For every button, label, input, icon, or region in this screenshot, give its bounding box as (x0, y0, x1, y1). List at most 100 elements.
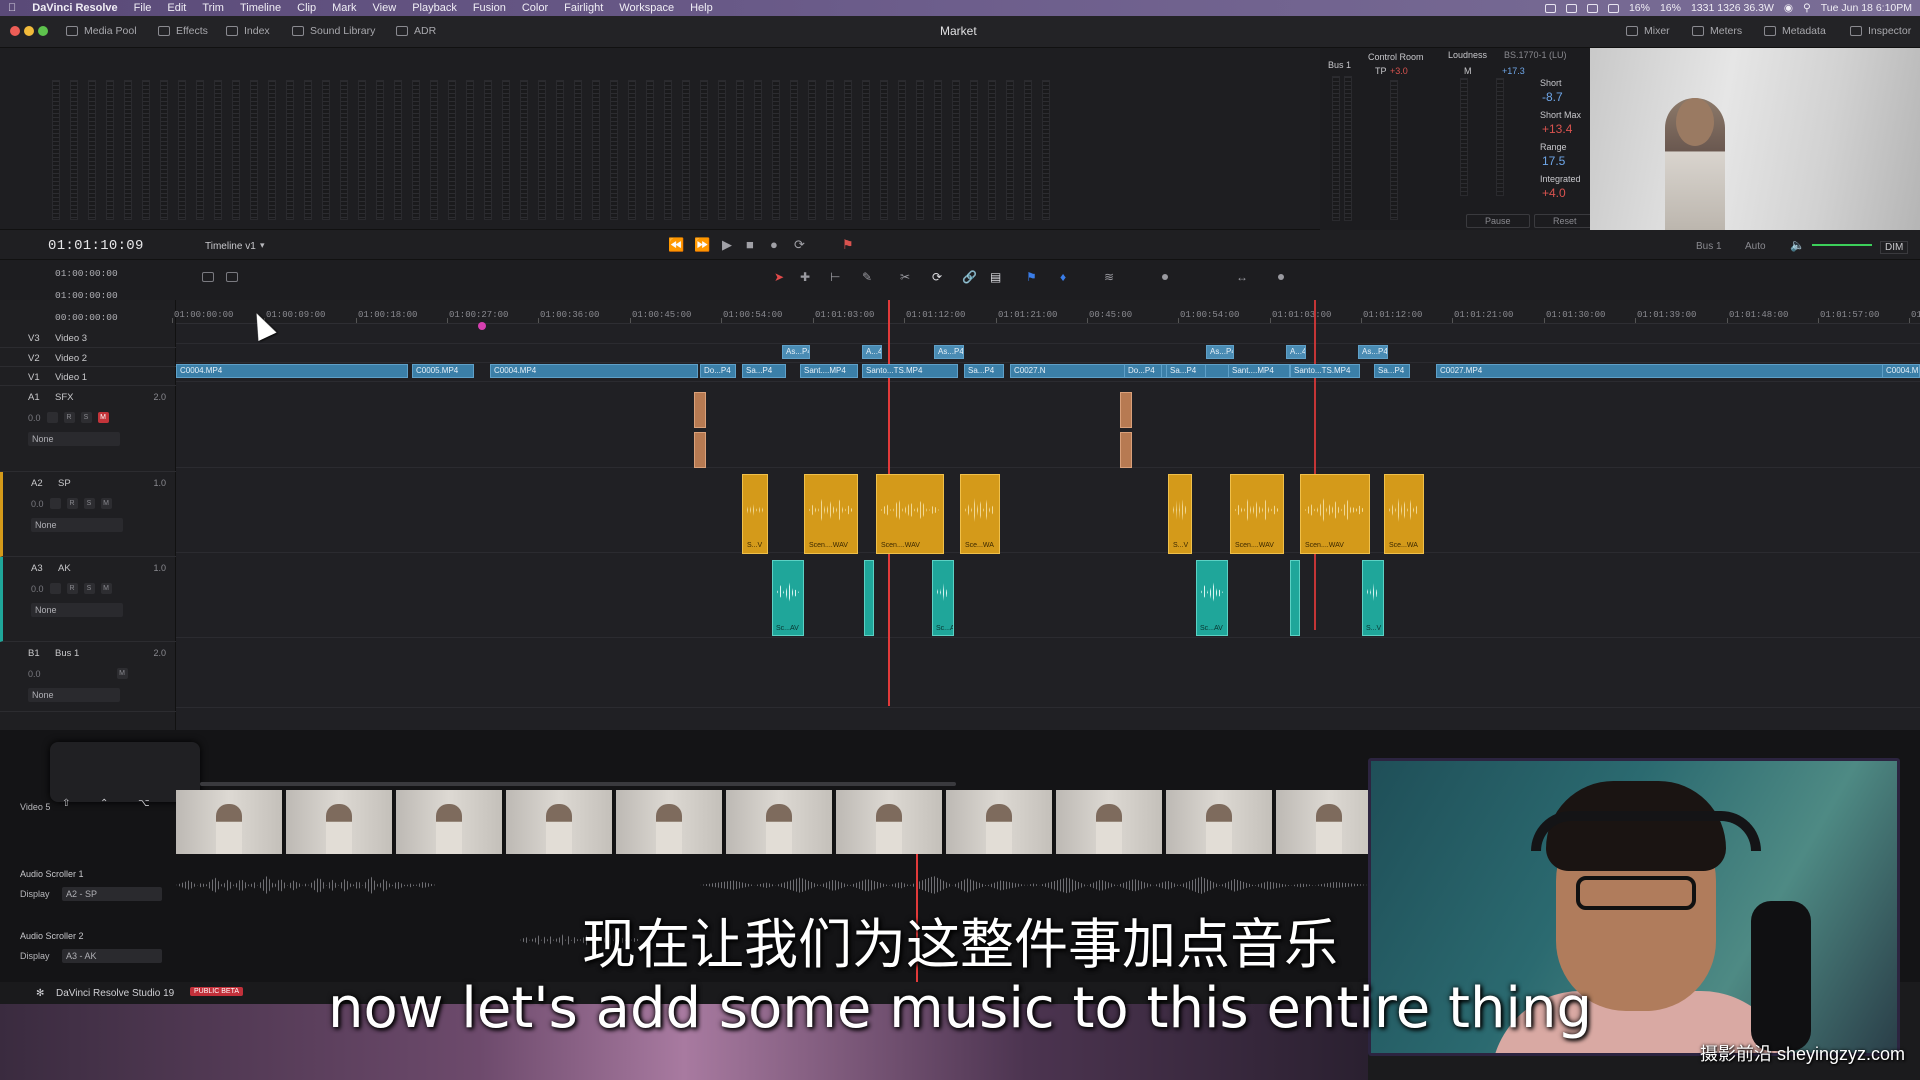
video-clip[interactable]: C0004.MP4 (176, 364, 408, 378)
menu-color[interactable]: Color (514, 2, 556, 14)
fast-forward-icon[interactable]: ⏩ (694, 237, 710, 253)
sfx-clip[interactable] (1120, 392, 1132, 428)
close-window-button[interactable] (10, 26, 20, 36)
snapping-icon[interactable]: ⟳ (932, 270, 942, 284)
timeline-selector[interactable]: Timeline v1 (205, 241, 256, 252)
video-clip[interactable]: Sant....MP4 (800, 364, 858, 378)
video-viewer[interactable] (1590, 48, 1920, 230)
video-clip[interactable]: Do...P4 (1124, 364, 1162, 378)
track-header-v1[interactable]: V1 Video 1 (0, 367, 176, 386)
flag-icon[interactable]: ⚑ (1026, 270, 1037, 284)
clock[interactable]: Tue Jun 18 6:10PM (1821, 2, 1912, 14)
video-clip[interactable]: Sa...P4 (1166, 364, 1206, 378)
status-icon[interactable] (1607, 3, 1619, 13)
lane-a1[interactable] (176, 382, 1920, 468)
lane-a3[interactable] (176, 553, 1920, 638)
track-view-icon[interactable] (202, 272, 214, 285)
video-clip[interactable]: A...4 (1286, 345, 1306, 359)
record-arm-button[interactable]: R (63, 412, 75, 423)
mute-button[interactable]: M (116, 668, 128, 679)
menu-help[interactable]: Help (682, 2, 721, 14)
timeline-ruler[interactable]: 01:00:00:00 01:00:09:00 01:00:18:00 01:00:2… (172, 300, 1920, 324)
rewind-icon[interactable]: ⏪ (668, 237, 684, 253)
link-icon[interactable]: 🔗 (962, 270, 977, 284)
caret-up-icon[interactable]: ⌃ (100, 798, 108, 809)
current-timecode[interactable]: 01:01:10:09 (48, 238, 144, 254)
sfx-clip[interactable] (694, 432, 706, 468)
menu-mark[interactable]: Mark (324, 2, 364, 14)
menu-view[interactable]: View (365, 2, 405, 14)
mute-button[interactable]: M (100, 583, 112, 594)
menu-workspace[interactable]: Workspace (611, 2, 682, 14)
track-input-dropdown[interactable]: None (28, 688, 120, 702)
video-clip[interactable]: Santo...TS.MP4 (862, 364, 958, 378)
app-menu[interactable]: DaVinci Resolve (24, 2, 125, 14)
audio-clip-ak[interactable] (864, 560, 874, 636)
search-icon[interactable]: ⚲ (1803, 2, 1811, 14)
apple-menu-icon[interactable]:  (0, 2, 24, 14)
track-header-a3[interactable]: A3 AK 1.0 0.0 R S M None (0, 557, 176, 642)
monitor-volume-slider[interactable] (1812, 244, 1872, 246)
pause-button[interactable]: Pause (1466, 214, 1530, 228)
sfx-clip[interactable] (694, 392, 706, 428)
lock-button[interactable] (49, 498, 61, 509)
inspector-button[interactable]: Inspector (1850, 25, 1911, 37)
video-clip[interactable]: C0004.MP4 (490, 364, 698, 378)
grid-icon[interactable] (226, 272, 238, 285)
audio-clip-ak[interactable] (1290, 560, 1300, 636)
lane-a2[interactable] (176, 468, 1920, 553)
menu-edit[interactable]: Edit (159, 2, 194, 14)
chevron-down-icon[interactable]: ▾ (260, 240, 265, 251)
mute-button[interactable]: M (100, 498, 112, 509)
track-level[interactable]: 0.0 (31, 499, 44, 509)
range-tool-icon[interactable]: ✚ (800, 270, 810, 284)
loudness-standard[interactable]: BS.1770-1 (LU) (1504, 50, 1567, 60)
menu-timeline[interactable]: Timeline (232, 2, 289, 14)
audio-clip-ak[interactable]: Sc...AV (932, 560, 954, 636)
record-arm-button[interactable]: R (66, 583, 78, 594)
video-clip[interactable]: C0005.MP4 (412, 364, 474, 378)
audio-clip-sp[interactable]: Sce...WA (960, 474, 1000, 554)
audio-clip-ak[interactable]: S...V (1362, 560, 1384, 636)
audio-clip-sp[interactable]: Scen....WAV (804, 474, 858, 554)
audio-clip-sp[interactable]: S...V (742, 474, 768, 554)
solo-button[interactable]: S (83, 583, 95, 594)
status-icon[interactable] (1565, 3, 1577, 13)
track-input-dropdown[interactable]: None (31, 603, 123, 617)
mute-button[interactable]: M (97, 412, 109, 423)
track-header-v2[interactable]: V2 Video 2 (0, 348, 176, 367)
menu-file[interactable]: File (126, 2, 160, 14)
loop-icon[interactable]: ⟳ (794, 237, 805, 253)
video-clip[interactable]: Sa...P4 (1374, 364, 1410, 378)
lane-v2[interactable] (176, 344, 1920, 363)
menu-clip[interactable]: Clip (289, 2, 324, 14)
edit-selection-icon[interactable]: ⊢ (830, 270, 840, 284)
video-clip[interactable]: C0027.MP4 (1436, 364, 1920, 378)
pencil-icon[interactable]: ✎ (862, 270, 872, 284)
audio-clip-sp[interactable]: Scen....WAV (876, 474, 944, 554)
track-input-dropdown[interactable]: None (28, 432, 120, 446)
video-clip[interactable]: As...P4 (782, 345, 810, 359)
solo-button[interactable]: S (80, 412, 92, 423)
audio-clip-sp[interactable]: Scen....WAV (1230, 474, 1284, 554)
status-icon[interactable] (1544, 3, 1556, 13)
adr-button[interactable]: ADR (396, 25, 436, 37)
dim-button[interactable]: DIM (1880, 241, 1909, 254)
audio-clip-ak[interactable]: Sc...AV (772, 560, 804, 636)
video-clip[interactable]: A...4 (862, 345, 882, 359)
minimize-window-button[interactable] (24, 26, 34, 36)
zoom-slider-handle[interactable] (1162, 274, 1168, 280)
audio-clip-sp[interactable]: S...V (1168, 474, 1192, 554)
track-header-a2[interactable]: A2 SP 1.0 0.0 R S M None (0, 472, 176, 557)
video-clip[interactable]: Do...P4 (700, 364, 736, 378)
track-level[interactable]: 0.0 (28, 413, 41, 423)
lane-b1[interactable] (176, 638, 1920, 708)
menu-playback[interactable]: Playback (404, 2, 465, 14)
menu-trim[interactable]: Trim (194, 2, 232, 14)
menu-fairlight[interactable]: Fairlight (556, 2, 611, 14)
solo-button[interactable]: S (83, 498, 95, 509)
video-clip[interactable]: Sant....MP4 (1228, 364, 1290, 378)
record-arm-button[interactable]: R (66, 498, 78, 509)
track-level[interactable]: 0.0 (31, 584, 44, 594)
track-header-b1[interactable]: B1 Bus 1 2.0 0.0 M None (0, 642, 176, 712)
